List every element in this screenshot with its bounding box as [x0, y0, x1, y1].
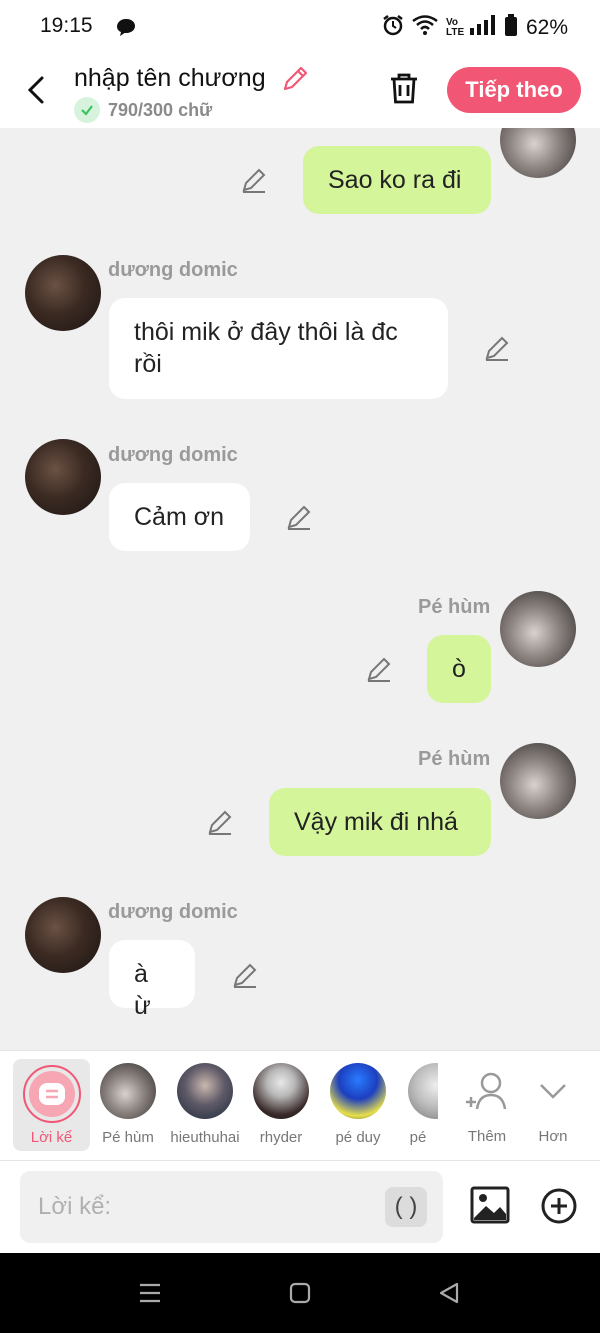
- sender-name: dương domic: [108, 259, 238, 281]
- avatar[interactable]: [500, 743, 576, 819]
- system-nav-bar: [0, 1253, 600, 1333]
- avatar: [177, 1063, 233, 1119]
- avatar: [408, 1063, 438, 1119]
- avatar[interactable]: [500, 128, 576, 178]
- back-icon[interactable]: [437, 1281, 461, 1305]
- avatar[interactable]: [25, 255, 101, 331]
- status-indicators: Vo LTE 62%: [382, 14, 568, 42]
- message-bubble[interactable]: Vậy mik đi nhá: [269, 788, 491, 856]
- avatar: [330, 1063, 386, 1119]
- add-character-label: Thêm: [467, 1128, 507, 1145]
- sender-name: dương domic: [108, 901, 238, 923]
- alarm-icon: [382, 14, 404, 42]
- message-bubble[interactable]: thôi mik ở đây thôi là đc rồi: [109, 298, 448, 399]
- pencil-icon[interactable]: [231, 961, 259, 989]
- narrator-label: Lời kể: [30, 1129, 73, 1146]
- character-bar: Lời kể Pé hùm hieuthuhai rhyder pé duy p…: [0, 1050, 600, 1160]
- status-bar: 19:15 Vo LTE 62%: [0, 0, 600, 52]
- wifi-icon: [412, 15, 438, 41]
- character-pe[interactable]: pé: [398, 1059, 438, 1151]
- pencil-icon[interactable]: [206, 808, 234, 836]
- insert-image-button[interactable]: [470, 1186, 510, 1229]
- character-label: rhyder: [259, 1129, 303, 1146]
- character-label: hieuthuhai: [170, 1129, 240, 1146]
- chevron-down-icon: [540, 1084, 566, 1099]
- sender-name: dương domic: [108, 444, 238, 466]
- char-count-row: 790/300 chữ: [74, 97, 212, 123]
- pencil-icon[interactable]: [483, 334, 511, 362]
- chapter-title[interactable]: nhập tên chương: [74, 64, 266, 93]
- back-arrow-icon: [27, 76, 44, 104]
- trash-icon: [391, 73, 417, 104]
- char-count: 790/300 chữ: [108, 99, 213, 120]
- narrator-ring: [22, 1065, 81, 1123]
- home-icon[interactable]: [289, 1282, 311, 1304]
- message-bubble[interactable]: Cảm ơn: [109, 483, 250, 551]
- input-bar: ( ): [0, 1160, 600, 1253]
- battery-icon: [504, 14, 518, 42]
- avatar[interactable]: [500, 591, 576, 667]
- signal-icon: [469, 15, 496, 41]
- add-character-button[interactable]: Thêm: [450, 1059, 524, 1151]
- message-input-box[interactable]: ( ): [20, 1171, 443, 1243]
- sender-name: Pé hùm: [418, 596, 491, 618]
- header: nhập tên chương 790/300 chữ Tiếp theo: [0, 52, 600, 128]
- image-icon: [470, 1186, 510, 1224]
- narration-icon: [28, 1071, 75, 1117]
- avatar[interactable]: [25, 439, 101, 515]
- status-time: 19:15: [40, 14, 93, 37]
- add-user-icon: [466, 1072, 507, 1110]
- next-button[interactable]: Tiếp theo: [447, 67, 581, 113]
- sender-name: Pé hùm: [418, 748, 491, 770]
- battery-percent: 62%: [525, 16, 568, 39]
- narrator-button[interactable]: Lời kể: [13, 1059, 90, 1151]
- plus-circle-icon: [541, 1188, 577, 1224]
- pencil-icon[interactable]: [365, 655, 393, 683]
- message-bubble[interactable]: à ừ: [109, 940, 195, 1020]
- character-rhyder[interactable]: rhyder: [244, 1059, 318, 1151]
- avatar: [253, 1063, 309, 1119]
- character-pe-duy[interactable]: pé duy: [321, 1059, 395, 1151]
- back-button[interactable]: [18, 70, 54, 110]
- volte-icon: Vo LTE: [445, 17, 465, 38]
- messenger-icon: [116, 17, 136, 42]
- message-bubble[interactable]: ò: [427, 635, 491, 703]
- check-icon: [74, 97, 100, 123]
- pencil-icon[interactable]: [280, 64, 310, 99]
- more-button[interactable]: Hơn: [516, 1059, 590, 1151]
- character-hieuthuhai[interactable]: hieuthuhai: [168, 1059, 242, 1151]
- pencil-icon[interactable]: [240, 166, 268, 194]
- avatar[interactable]: [25, 897, 101, 973]
- character-label: pé: [409, 1129, 427, 1146]
- character-label: pé duy: [335, 1129, 381, 1146]
- pencil-icon[interactable]: [285, 503, 313, 531]
- delete-button[interactable]: [386, 70, 422, 111]
- more-label: Hơn: [538, 1128, 568, 1145]
- character-pe-hum[interactable]: Pé hùm: [91, 1059, 165, 1151]
- add-button[interactable]: [540, 1187, 578, 1230]
- narration-input[interactable]: [38, 1187, 378, 1227]
- chat-area[interactable]: Sao ko ra đi dương domic thôi mik ở đây …: [0, 128, 600, 1050]
- message-bubble[interactable]: Sao ko ra đi: [303, 146, 491, 214]
- parentheses-button[interactable]: ( ): [385, 1187, 427, 1227]
- character-label: Pé hùm: [102, 1129, 154, 1146]
- avatar: [100, 1063, 156, 1119]
- recents-icon[interactable]: [139, 1283, 161, 1303]
